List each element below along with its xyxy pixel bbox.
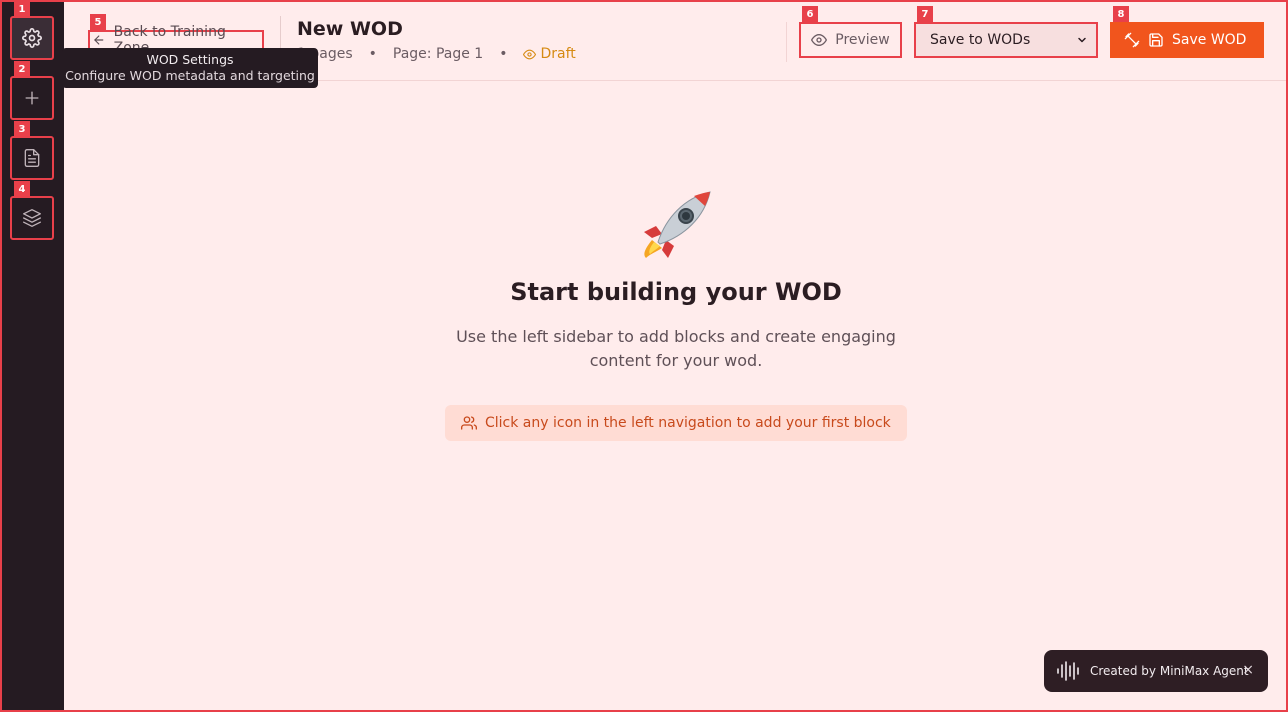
close-icon[interactable]: × xyxy=(1242,662,1254,678)
layers-icon xyxy=(23,209,41,227)
gear-icon xyxy=(22,28,42,48)
save-icon xyxy=(1149,33,1163,47)
save-destination-select[interactable]: Save to WODs xyxy=(914,22,1098,58)
empty-state-hint: Click any icon in the left navigation to… xyxy=(445,405,907,441)
toast-label: Created by MiniMax Agent xyxy=(1090,664,1249,678)
status-badge: Draft xyxy=(523,46,576,62)
dumbbell-icon xyxy=(1124,32,1140,48)
empty-state-description: Use the left sidebar to add blocks and c… xyxy=(456,327,896,370)
layers-button[interactable] xyxy=(10,196,54,240)
settings-button[interactable] xyxy=(10,16,54,60)
hint-label: Click any icon in the left navigation to… xyxy=(485,415,891,431)
annotation-badge: 6 xyxy=(802,6,818,22)
back-to-training-zone-link[interactable]: Back to Training Zone xyxy=(88,24,264,56)
save-wod-button[interactable]: Save WOD xyxy=(1110,22,1264,58)
eye-icon xyxy=(523,49,537,59)
chevron-down-icon xyxy=(1078,37,1086,43)
header-divider xyxy=(786,22,787,62)
annotation-badge: 7 xyxy=(917,6,933,22)
waveform-icon xyxy=(1057,661,1079,681)
page-title: New WOD xyxy=(297,18,403,40)
settings-tooltip: WOD Settings Configure WOD metadata and … xyxy=(62,48,318,88)
annotation-badge: 2 xyxy=(14,61,30,77)
rocket-icon xyxy=(644,191,711,258)
arrow-left-icon xyxy=(94,35,104,45)
plus-icon xyxy=(25,91,39,105)
pages-button[interactable] xyxy=(10,136,54,180)
tooltip-title: WOD Settings xyxy=(146,52,234,67)
annotation-badge: 1 xyxy=(14,1,30,17)
preview-label: Preview xyxy=(835,32,890,48)
current-page: Page: Page 1 xyxy=(392,46,484,62)
tooltip-subtitle: Configure WOD metadata and targeting xyxy=(65,68,315,83)
annotation-badge: 8 xyxy=(1113,6,1129,22)
save-destination-value: Save to WODs xyxy=(930,32,1031,48)
annotation-badge: 5 xyxy=(90,14,106,30)
left-sidebar: 1 2 3 4 xyxy=(0,0,64,712)
page-meta: 1 pages • Page: Page 1 • Draft xyxy=(297,46,576,62)
document-icon xyxy=(24,149,40,167)
annotation-badge: 3 xyxy=(14,121,30,137)
annotation-badge: 4 xyxy=(14,181,30,197)
preview-button[interactable]: Preview xyxy=(799,22,902,58)
created-by-toast: Created by MiniMax Agent × xyxy=(1044,650,1268,692)
eye-icon xyxy=(811,34,828,46)
meta-separator: • xyxy=(499,46,508,62)
add-block-button[interactable] xyxy=(10,76,54,120)
meta-separator: • xyxy=(368,46,377,62)
save-wod-label: Save WOD xyxy=(1172,32,1247,48)
empty-state-title: Start building your WOD xyxy=(510,278,842,306)
status-label: Draft xyxy=(540,46,576,62)
users-icon xyxy=(461,416,477,430)
